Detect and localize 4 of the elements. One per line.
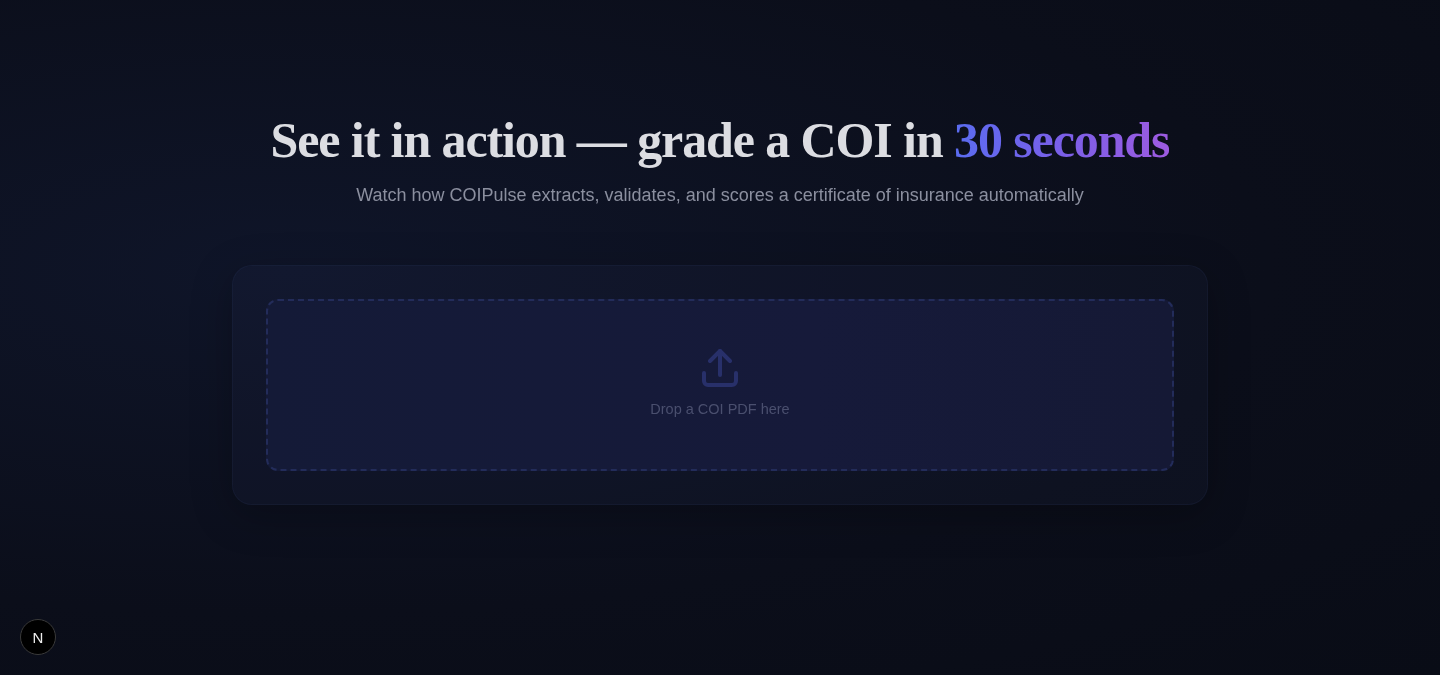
dev-tools-button[interactable]: N [20,619,56,655]
section-subtitle: Watch how COIPulse extracts, validates, and scores a certificate of insurance automatically [356,184,1084,207]
upload-icon [702,349,738,388]
section-heading: See it in action — grade a COI in 30 seconds [270,111,1170,170]
